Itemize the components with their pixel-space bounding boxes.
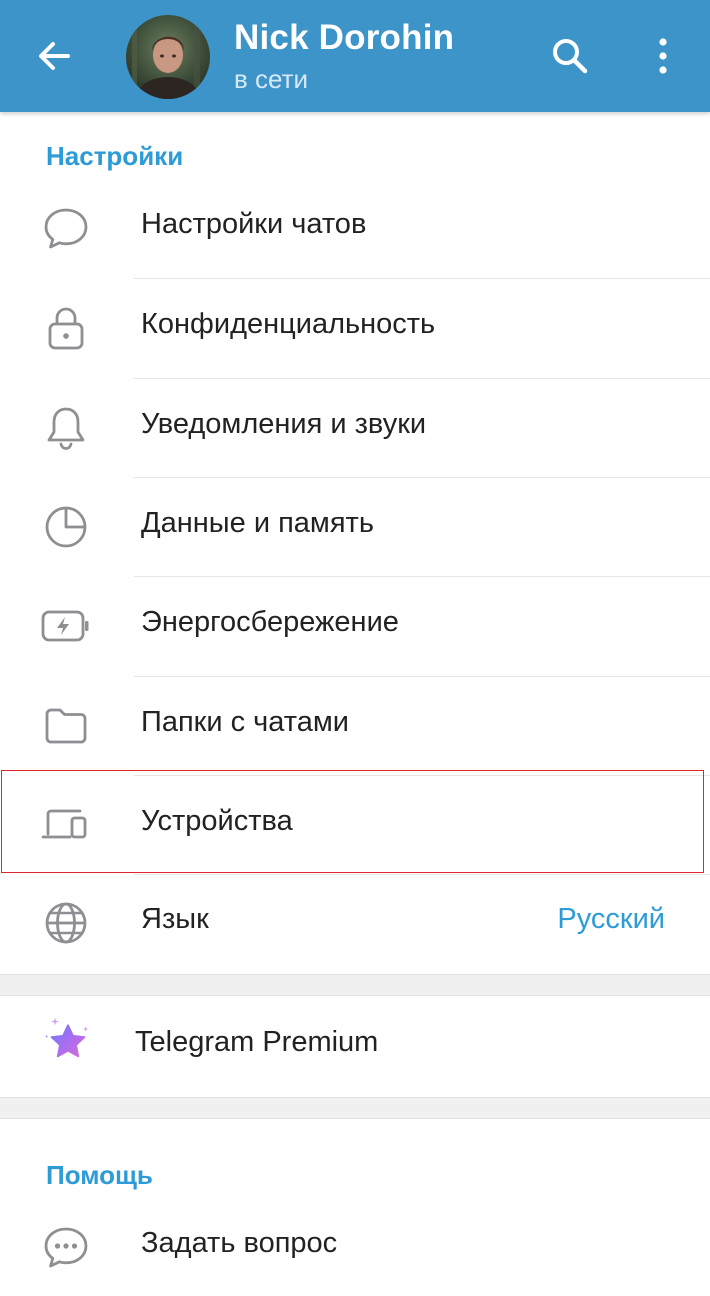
settings-item-chats[interactable]: Настройки чатов [0,178,710,277]
settings-item-notifications[interactable]: Уведомления и звуки [0,378,710,477]
section-separator [0,1097,710,1119]
avatar[interactable] [126,15,210,99]
chat-bubble-icon [40,202,92,254]
section-title-help: Помощь [46,1160,153,1190]
settings-item-label: Папки с чатами [141,706,349,738]
settings-item-label: Данные и память [141,507,374,539]
language-value: Русский [557,903,665,935]
back-arrow-icon [39,42,70,70]
settings-item-label: Устройства [141,805,293,837]
settings-item-label: Язык [141,903,209,935]
top-app-bar: Nick Dorohin в сети [0,0,710,112]
settings-item-chat-folders[interactable]: Папки с чатами [0,676,710,775]
search-button[interactable] [540,26,600,86]
search-icon [553,39,588,74]
section-separator [0,974,710,996]
more-options-button[interactable] [633,26,693,86]
lock-icon [40,302,92,354]
help-item-label: Задать вопрос [141,1227,338,1259]
settings-item-data-storage[interactable]: Данные и память [0,477,710,576]
settings-item-label: Уведомления и звуки [141,408,427,440]
telegram-premium-item[interactable]: Telegram Premium [0,996,710,1095]
settings-item-power-saving[interactable]: Энергосбережение [0,576,710,675]
settings-item-devices[interactable]: Устройства [0,775,710,874]
devices-icon [40,799,92,851]
pie-chart-icon [40,501,92,553]
folder-icon [40,700,92,752]
premium-label: Telegram Premium [135,1026,379,1058]
help-item-ask-question[interactable]: Задать вопрос [0,1197,710,1296]
premium-star-icon [42,1016,94,1068]
more-vert-icon [659,38,667,74]
settings-item-label: Конфиденциальность [141,308,436,340]
settings-item-language[interactable]: Язык Русский [0,873,710,972]
back-button[interactable] [24,26,84,86]
contact-name: Nick Dorohin [234,18,455,57]
battery-bolt-icon [40,600,92,652]
bell-icon [40,402,92,454]
contact-status: в сети [234,64,309,94]
settings-item-privacy[interactable]: Конфиденциальность [0,278,710,377]
settings-item-label: Энергосбережение [141,606,399,638]
settings-item-label: Настройки чатов [141,208,367,240]
chat-dots-icon [40,1221,92,1273]
section-title-settings: Настройки [46,141,184,171]
globe-icon [40,897,92,949]
